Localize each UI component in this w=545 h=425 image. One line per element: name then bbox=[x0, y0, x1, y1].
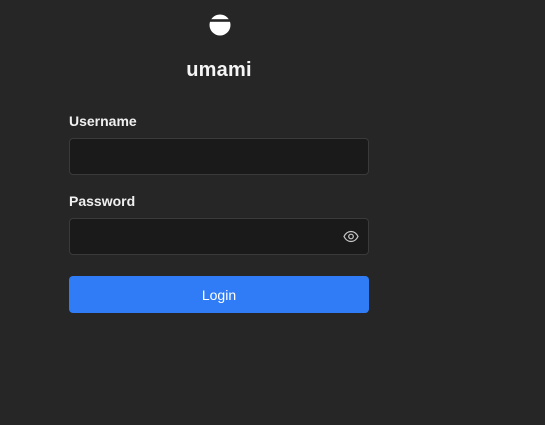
username-field-wrapper bbox=[69, 138, 369, 175]
password-label: Password bbox=[69, 193, 136, 209]
login-form: Username Password Login bbox=[69, 112, 369, 313]
app-title: umami bbox=[186, 59, 252, 81]
username-label: Username bbox=[69, 113, 137, 129]
password-input[interactable] bbox=[69, 218, 369, 255]
password-field-wrapper bbox=[69, 218, 369, 255]
umami-logo-icon bbox=[209, 14, 231, 36]
username-input[interactable] bbox=[69, 138, 369, 175]
eye-icon[interactable] bbox=[343, 230, 359, 243]
login-button[interactable]: Login bbox=[69, 276, 369, 313]
